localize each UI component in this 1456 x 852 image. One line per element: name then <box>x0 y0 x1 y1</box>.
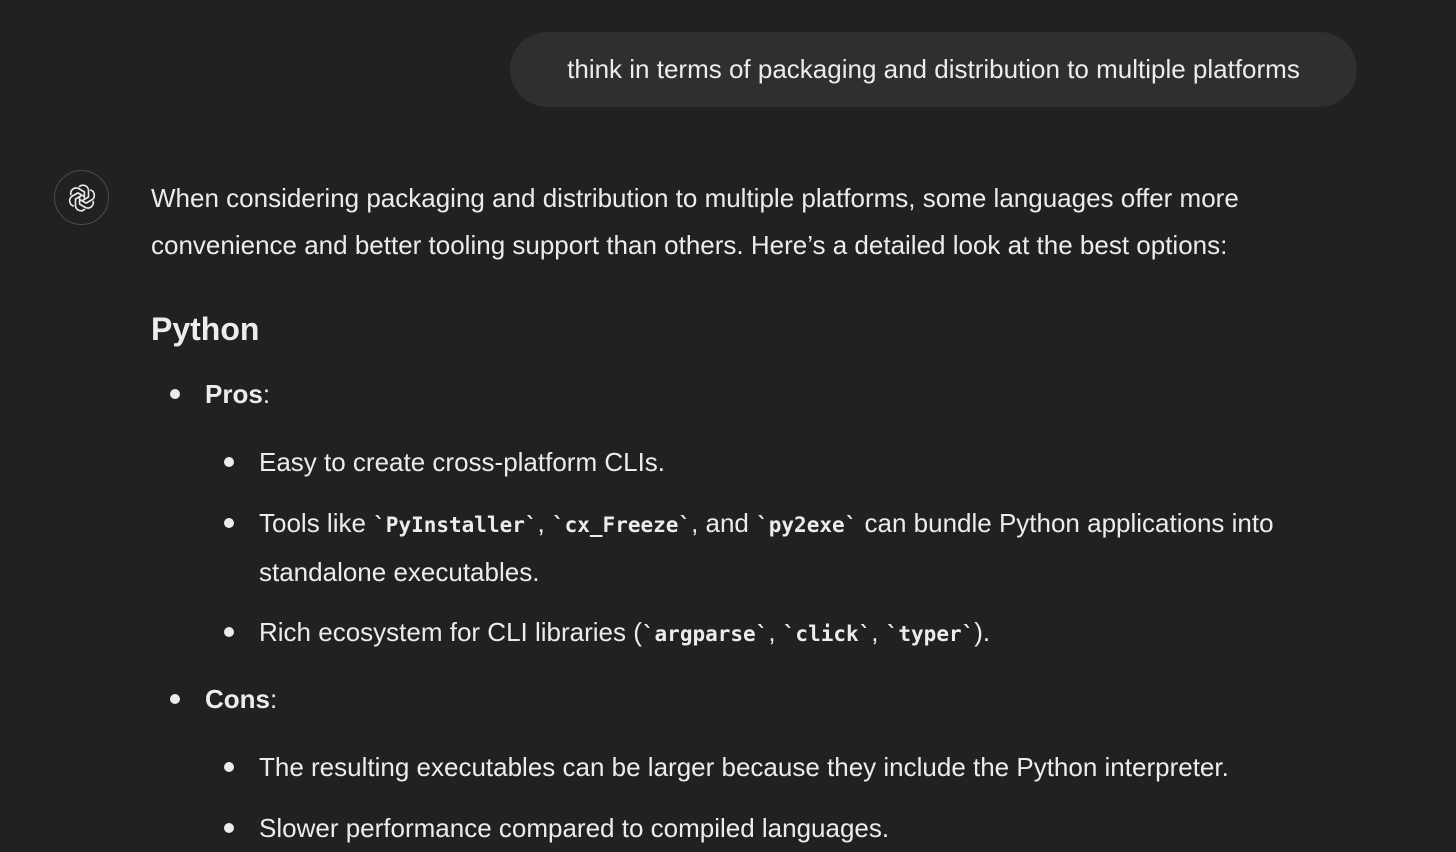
con-item-1: The resulting executables can be larger … <box>259 752 1229 782</box>
cons-label-item: Cons: <box>205 676 277 723</box>
bullet-con-1 <box>224 762 234 772</box>
code-typer: `typer` <box>885 622 975 646</box>
user-message-bubble: think in terms of packaging and distribu… <box>510 32 1357 107</box>
section-heading: Python <box>151 311 260 347</box>
pros-label: Pros <box>205 379 263 409</box>
pro-item-3: Rich ecosystem for CLI libraries (`argpa… <box>259 609 990 658</box>
pros-colon: : <box>262 379 271 409</box>
bullet-con-2 <box>224 823 234 833</box>
pro-item-1: Easy to create cross-platform CLIs. <box>259 447 666 477</box>
bullet-pro-1 <box>224 457 234 467</box>
pro-item-3-sep1: , <box>768 617 783 647</box>
intro-paragraph: When considering packaging and distribut… <box>151 183 1239 260</box>
bullet-pros <box>170 389 180 399</box>
pros-label-item: Pros: <box>205 371 270 418</box>
assistant-message: When considering packaging and distribut… <box>151 175 1381 347</box>
assistant-avatar <box>54 170 109 225</box>
pro-item-2-sep2: , and <box>691 508 757 538</box>
bullet-pro-3 <box>224 627 234 637</box>
pro-item-3-prefix: Rich ecosystem for CLI libraries ( <box>259 617 642 647</box>
openai-logo-icon <box>68 183 95 212</box>
code-argparse: `argparse` <box>641 622 769 646</box>
pro-item-3-sep2: , <box>871 617 886 647</box>
code-py2exe: `py2exe` <box>756 513 858 537</box>
pro-item-3-suffix: ). <box>974 617 991 647</box>
code-click: `click` <box>782 622 872 646</box>
pro-item-2-prefix: Tools like <box>259 508 374 538</box>
con-item-2: Slower performance compared to compiled … <box>259 813 890 843</box>
bullet-pro-2 <box>224 518 234 528</box>
pro-item-2: Tools like `PyInstaller`, `cx_Freeze`, a… <box>259 500 1359 596</box>
bullet-cons <box>170 694 180 704</box>
code-pyinstaller: `PyInstaller` <box>373 513 538 537</box>
pro-item-2-sep1: , <box>537 508 552 538</box>
cons-label: Cons <box>205 684 270 714</box>
user-message-text: think in terms of packaging and distribu… <box>567 54 1300 84</box>
code-cx-freeze: `cx_Freeze` <box>551 513 692 537</box>
cons-colon: : <box>270 684 278 714</box>
